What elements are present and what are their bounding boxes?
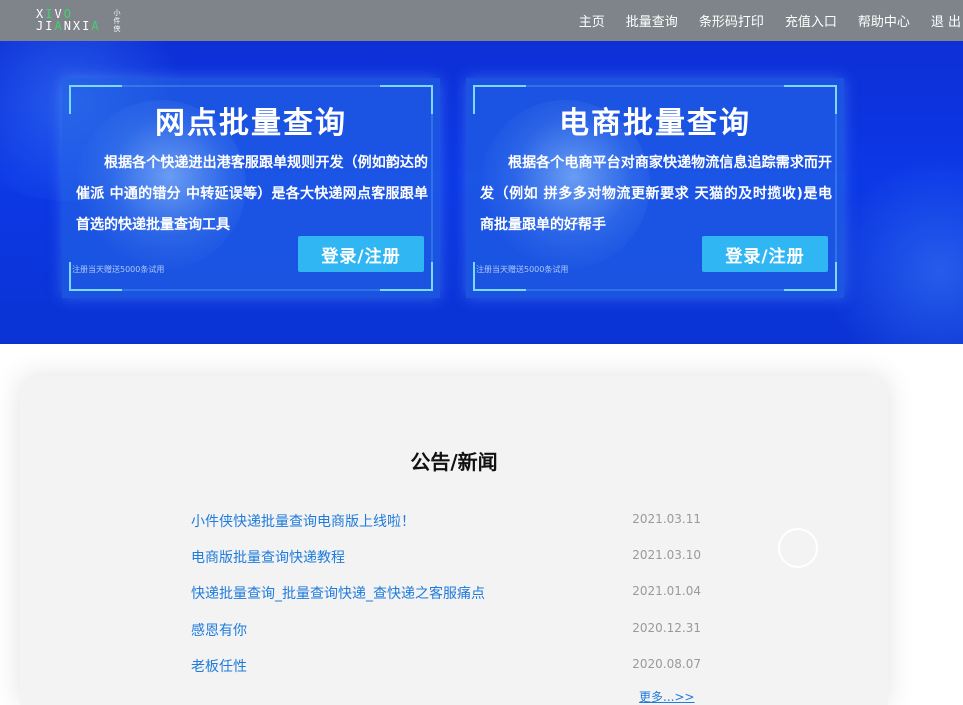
top-navbar: XIVO JIANXIA 小件侠 主页 批量查询 条形码打印 充值入口 帮助中心… (0, 0, 963, 41)
nav-logout[interactable]: 退 出 (931, 11, 961, 30)
scroll-circle-icon[interactable] (778, 528, 818, 568)
news-title[interactable]: 电商版批量查询快递教程 (191, 547, 345, 567)
hero-banner: 网点批量查询 根据各个快递进出港客服跟单规则开发（例如韵达的催派 中通的错分 中… (0, 41, 963, 344)
logo-line2: JIANXIA (36, 19, 101, 33)
card-title: 网点批量查询 (155, 106, 347, 141)
card-outlet-batch-query: 网点批量查询 根据各个快递进出港客服跟单规则开发（例如韵达的催派 中通的错分 中… (62, 78, 440, 298)
site-logo[interactable]: XIVO JIANXIA 小件侠 (36, 6, 126, 36)
card-ecommerce-batch-query: 电商批量查询 根据各个电商平台对商家快递物流信息追踪需求而开发（例如 拼多多对物… (466, 78, 844, 298)
news-heading: 公告/新闻 (410, 450, 498, 474)
main-nav: 主页 批量查询 条形码打印 充值入口 帮助中心 退 出 (579, 0, 963, 41)
card-description: 根据各个电商平台对商家快递物流信息追踪需求而开发（例如 拼多多对物流更新要求 天… (480, 155, 832, 233)
nav-barcode-print[interactable]: 条形码打印 (699, 11, 764, 30)
nav-batch-query[interactable]: 批量查询 (626, 11, 678, 30)
promo-text: 注册当天赠送5000条试用 (72, 265, 165, 274)
login-register-button[interactable]: 登录/注册 (298, 236, 424, 272)
news-item[interactable]: 电商版批量查询快递教程 2021.03.10 (191, 547, 701, 567)
news-date: 2020.08.07 (632, 657, 701, 671)
promo-text: 注册当天赠送5000条试用 (476, 265, 569, 274)
news-item[interactable]: 老板任性 2020.08.07 (191, 656, 701, 676)
news-panel: 公告/新闻 小件侠快递批量查询电商版上线啦！ 2021.03.11 电商版批量查… (20, 376, 888, 705)
card-description: 根据各个快递进出港客服跟单规则开发（例如韵达的催派 中通的错分 中转延误等）是各… (76, 155, 428, 233)
news-date: 2021.01.04 (632, 584, 701, 598)
news-item[interactable]: 快递批量查询_批量查询快递_查快递之客服痛点 2021.01.04 (191, 583, 701, 603)
login-register-button[interactable]: 登录/注册 (702, 236, 828, 272)
news-item[interactable]: 小件侠快递批量查询电商版上线啦！ 2021.03.11 (191, 511, 701, 531)
news-date: 2021.03.11 (632, 512, 701, 526)
news-item[interactable]: 感恩有你 2020.12.31 (191, 620, 701, 640)
card-title: 电商批量查询 (559, 106, 751, 141)
nav-home[interactable]: 主页 (579, 11, 605, 30)
logo-seal: 小件侠 (113, 9, 121, 33)
more-news-link[interactable]: 更多...>> (639, 688, 695, 705)
nav-help-center[interactable]: 帮助中心 (858, 11, 910, 30)
news-title[interactable]: 老板任性 (191, 656, 247, 676)
news-date: 2021.03.10 (632, 548, 701, 562)
news-title[interactable]: 感恩有你 (191, 620, 247, 640)
nav-recharge[interactable]: 充值入口 (785, 11, 837, 30)
news-title[interactable]: 快递批量查询_批量查询快递_查快递之客服痛点 (191, 583, 485, 603)
news-title[interactable]: 小件侠快递批量查询电商版上线啦！ (191, 511, 415, 531)
news-date: 2020.12.31 (632, 621, 701, 635)
